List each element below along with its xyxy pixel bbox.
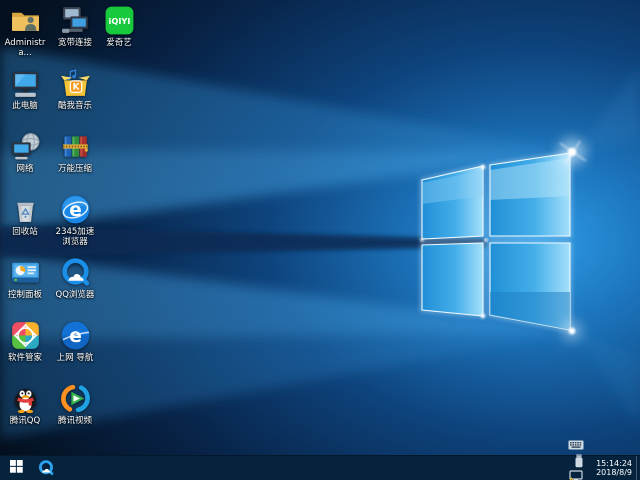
desktop-icon-label: 回收站 (12, 227, 38, 237)
desktop-icon-iqiyi[interactable]: iQIYI 爱奇艺 (96, 4, 142, 48)
desktop-icon-software-manager[interactable]: 软件管家 (2, 319, 48, 363)
desktop-icon-label: 此电脑 (12, 101, 38, 111)
desktop-icon-label: 爱奇艺 (106, 38, 132, 48)
iqiyi-icon: iQIYI (103, 4, 136, 37)
desktop-icon-label: 上网 导航 (56, 353, 94, 363)
svg-text:iQIYI: iQIYI (108, 16, 130, 26)
control-panel-icon (9, 256, 42, 289)
desktop-icon-label: 宽带连接 (57, 38, 92, 48)
desktop-icon-label: 2345加速浏览器 (55, 227, 95, 247)
desktop-icon-tencent-video[interactable]: 腾讯视频 (52, 382, 98, 426)
desktop-icon-this-pc[interactable]: 此电脑 (2, 67, 48, 111)
clock-date: 2018/8/9 (596, 468, 632, 477)
desktop-icon-network[interactable]: 网络 (2, 130, 48, 174)
qq-browser-icon (59, 256, 92, 289)
web-navigation-icon: e (59, 319, 92, 352)
this-pc-icon (9, 67, 42, 100)
desktop-icon-kuwo-music[interactable]: K 酷我音乐 (52, 67, 98, 111)
desktop-icon-browser-2345[interactable]: e 2345加速浏览器 (52, 193, 98, 247)
desktop-icon-qq-browser[interactable]: QQ浏览器 (52, 256, 98, 300)
desktop-icon-recycle-bin[interactable]: 回收站 (2, 193, 48, 237)
desktop-icon-label: Administra... (4, 38, 46, 58)
desktop-icon-web-navigation[interactable]: e 上网 导航 (52, 319, 98, 363)
network-warning-icon[interactable] (565, 469, 586, 480)
user-folder-icon (9, 4, 42, 37)
clock-time: 15:14:24 (596, 458, 632, 468)
desktop-icon-label: 腾讯视频 (57, 416, 92, 426)
browser-2345-icon: e (59, 193, 92, 226)
taskbar-clock[interactable]: 15:14:24 2018/8/9 (596, 459, 636, 478)
desktop-icon-tencent-qq[interactable]: 腾讯QQ (2, 382, 48, 426)
desktop-icon-label: QQ浏览器 (55, 290, 95, 300)
desktop-icon-label: 控制面板 (7, 290, 42, 300)
desktop-icon-broadband-connection[interactable]: 宽带连接 (52, 4, 98, 48)
desktop-icon-label: 软件管家 (7, 353, 42, 363)
taskbar-qq-browser-button[interactable] (32, 456, 60, 480)
touch-keyboard-icon[interactable] (565, 437, 586, 453)
desktop-icon-label: 腾讯QQ (9, 416, 41, 426)
taskbar-pinned-apps (32, 456, 60, 480)
broadband-connection-icon (59, 4, 92, 37)
tencent-video-icon (59, 382, 92, 415)
desktop-icon-label: 网络 (16, 164, 34, 174)
show-desktop-button[interactable] (636, 456, 640, 480)
kuwo-music-icon: K (59, 67, 92, 100)
desktop-icon-control-panel[interactable]: 控制面板 (2, 256, 48, 300)
software-manager-icon (9, 319, 42, 352)
recycle-bin-icon (9, 193, 42, 226)
tray-icons (556, 437, 586, 480)
windows-logo-icon (9, 460, 23, 476)
network-icon (9, 130, 42, 163)
system-tray: 15:14:24 2018/8/9 (556, 440, 640, 480)
usb-device-icon[interactable] (572, 453, 586, 469)
windows-desktop: Administra... 宽带连接 iQIYI 爱奇艺 此电脑 K 酷我音乐 网络… (0, 0, 640, 480)
desktop-icon-label: 酷我音乐 (57, 101, 92, 111)
compression-icon (59, 130, 92, 163)
desktop-icon-label: 万能压缩 (57, 164, 92, 174)
taskbar: 15:14:24 2018/8/9 (0, 440, 640, 480)
tencent-qq-icon (9, 382, 42, 415)
start-button[interactable] (0, 456, 32, 480)
desktop-icon-compression[interactable]: 万能压缩 (52, 130, 98, 174)
desktop-icon-user-folder[interactable]: Administra... (2, 4, 48, 58)
